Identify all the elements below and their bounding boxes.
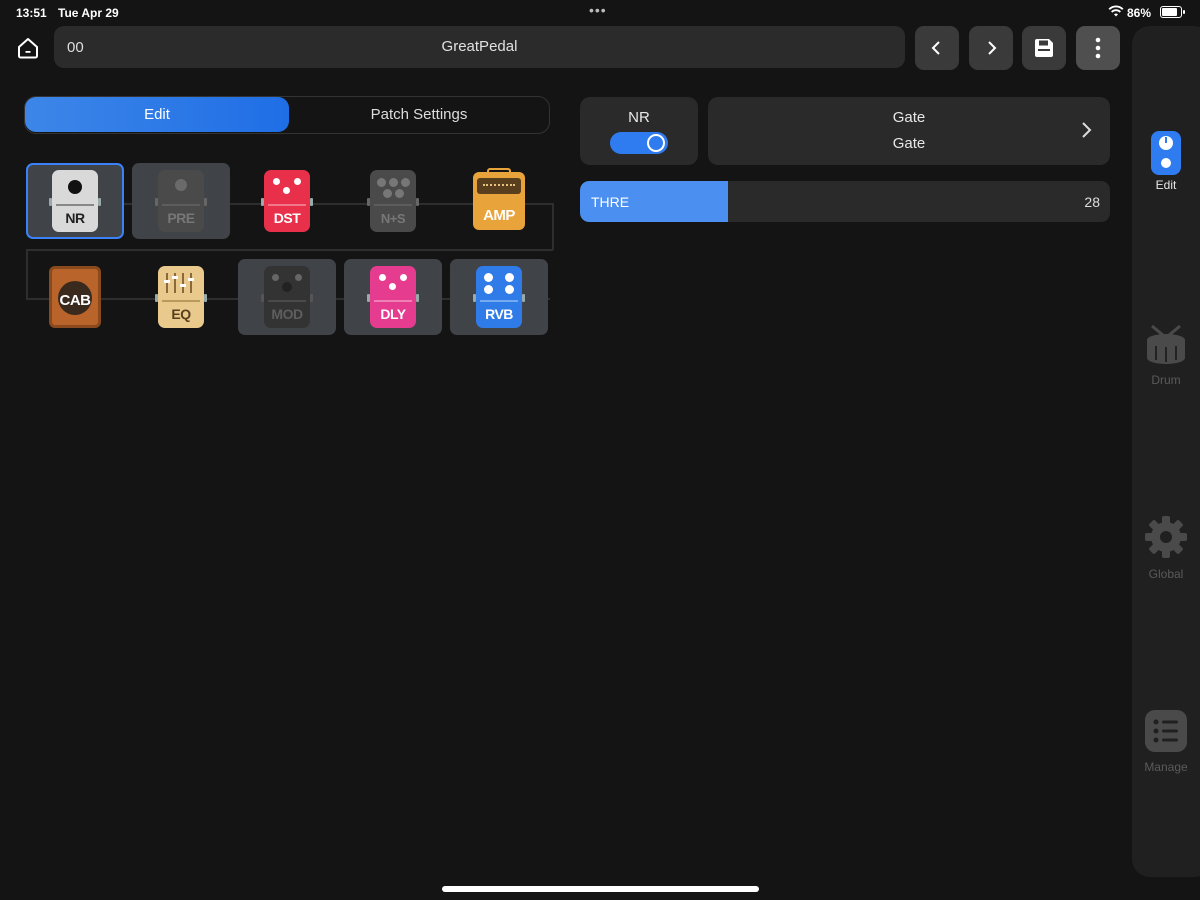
chain-slot-cab[interactable]: CAB: [26, 259, 124, 335]
pre-pedal-icon: PRE: [155, 170, 207, 232]
parameter-name: THRE: [591, 194, 630, 210]
patch-selector[interactable]: 00 GreatPedal: [54, 26, 905, 68]
mod-pedal-icon: MOD: [261, 266, 313, 328]
chain-slot-eq[interactable]: EQ: [132, 259, 230, 335]
battery-icon: [1160, 6, 1185, 18]
pedal-label: AMP: [483, 207, 515, 224]
dst-pedal-icon: DST: [261, 170, 313, 232]
effect-type-title: Gate: [892, 109, 926, 126]
nr-pedal-icon: NR: [49, 170, 101, 232]
tab-patch-settings[interactable]: Patch Settings: [289, 97, 549, 132]
status-time: 13:51: [16, 6, 47, 20]
pedal-label: RVB: [485, 306, 513, 322]
sidebar-label-global: Global: [1148, 567, 1184, 581]
sidebar-item-edit[interactable]: Edit: [1132, 129, 1200, 192]
threshold-slider[interactable]: THRE 28: [580, 181, 1110, 222]
sidebar-label-manage: Manage: [1144, 760, 1188, 774]
sidebar-item-manage[interactable]: Manage: [1132, 709, 1200, 774]
sidebar-label-edit: Edit: [1155, 178, 1177, 192]
chain-slot-dst[interactable]: DST: [238, 163, 336, 239]
chain-slot-ns[interactable]: N+S: [344, 163, 442, 239]
rvb-pedal-icon: RVB: [473, 266, 525, 328]
parameter-value: 28: [1084, 194, 1100, 210]
pedal-label: EQ: [171, 306, 191, 322]
pedal-label: CAB: [59, 292, 92, 309]
chain-slot-nr[interactable]: NR: [26, 163, 124, 239]
edit-mode-tabs: Edit Patch Settings: [24, 96, 550, 134]
pedal-label: N+S: [380, 211, 406, 226]
pedal-label: MOD: [271, 306, 303, 322]
effect-toggle[interactable]: [610, 132, 668, 154]
effect-type-subtitle: Gate: [892, 135, 926, 152]
status-bar: 13:51 Tue Apr 29 ••• 86%: [0, 0, 1200, 24]
patch-name: GreatPedal: [441, 38, 518, 55]
pedal-edit-icon: [1151, 131, 1181, 175]
battery-percent: 86%: [1127, 6, 1152, 20]
chain-slot-pre[interactable]: PRE: [132, 163, 230, 239]
effect-name: NR: [628, 109, 650, 126]
pedal-label: PRE: [167, 210, 195, 226]
sidebar-item-global[interactable]: Global: [1132, 514, 1200, 581]
right-sidebar: Edit Drum Global Manage: [1132, 26, 1200, 877]
chevron-right-icon: [1082, 122, 1092, 138]
home-indicator[interactable]: [442, 886, 759, 892]
tab-edit[interactable]: Edit: [25, 97, 289, 132]
pedal-label: DST: [273, 210, 301, 226]
list-icon: [1145, 710, 1187, 752]
pedal-label: NR: [65, 210, 85, 226]
amp-icon: AMP: [473, 168, 525, 230]
gear-icon: [1145, 516, 1187, 558]
ns-pedal-icon: N+S: [367, 170, 419, 232]
drum-icon: [1147, 324, 1185, 364]
dly-pedal-icon: DLY: [367, 266, 419, 328]
chain-slot-dly[interactable]: DLY: [344, 259, 442, 335]
chain-slot-amp[interactable]: AMP: [450, 163, 548, 239]
save-button[interactable]: [1022, 26, 1066, 70]
chain-line-mid: [26, 249, 553, 251]
chain-slot-mod[interactable]: MOD: [238, 259, 336, 335]
more-vertical-icon: [1095, 37, 1101, 59]
status-date: Tue Apr 29: [58, 6, 119, 20]
previous-patch-button[interactable]: [915, 26, 959, 70]
chevron-left-icon: [931, 41, 940, 55]
wifi-icon: [1108, 5, 1124, 17]
eq-pedal-icon: EQ: [155, 266, 207, 328]
chain-line-right: [552, 203, 554, 250]
multitask-dots-icon[interactable]: •••: [589, 2, 607, 18]
effect-onoff-card: NR: [580, 97, 698, 165]
effect-type-selector[interactable]: Gate Gate: [708, 97, 1110, 165]
next-patch-button[interactable]: [969, 26, 1013, 70]
home-icon: [18, 38, 38, 59]
pedal-label: DLY: [380, 306, 406, 322]
more-menu-button[interactable]: [1076, 26, 1120, 70]
home-button[interactable]: [12, 32, 44, 64]
save-icon: [1035, 39, 1053, 57]
sidebar-label-drum: Drum: [1151, 373, 1181, 387]
chevron-right-icon: [988, 41, 997, 55]
chain-slot-rvb[interactable]: RVB: [450, 259, 548, 335]
cab-icon: CAB: [49, 266, 101, 328]
sidebar-item-drum[interactable]: Drum: [1132, 322, 1200, 387]
